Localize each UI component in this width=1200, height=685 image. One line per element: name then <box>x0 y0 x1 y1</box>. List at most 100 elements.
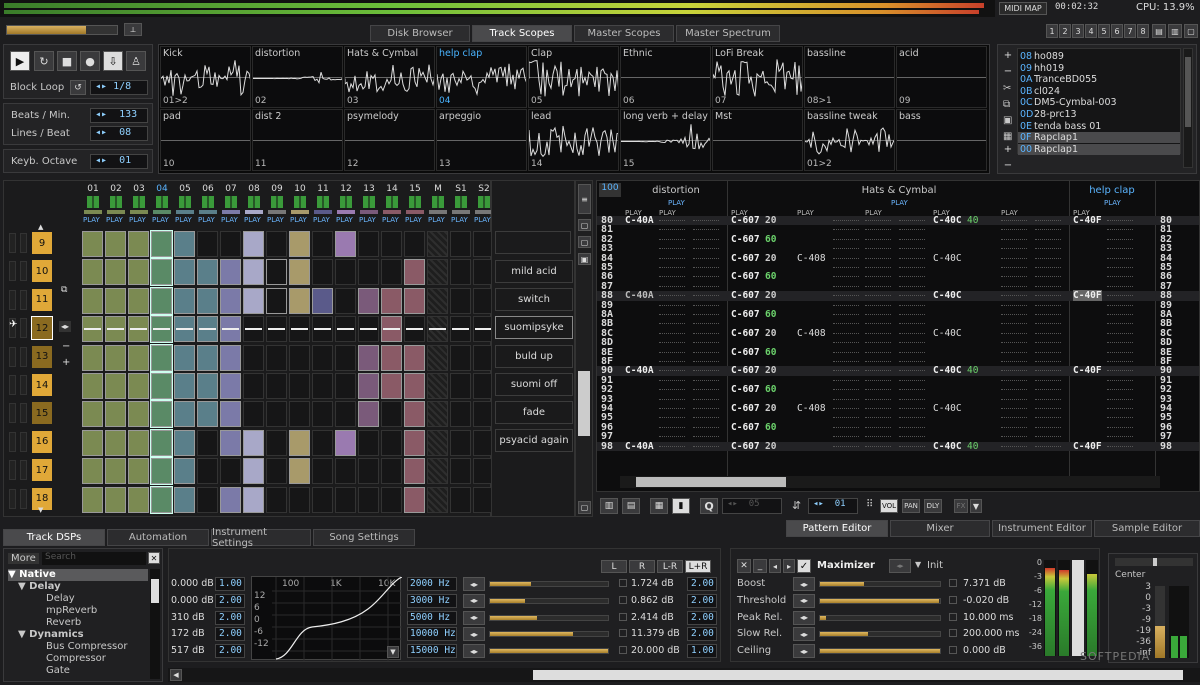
note-cell[interactable]: C-607 <box>731 347 760 358</box>
note-cell[interactable]: C-40C <box>933 441 962 452</box>
empty-cell-dots[interactable] <box>693 276 719 278</box>
empty-cell-dots[interactable] <box>865 267 891 268</box>
empty-cell-dots[interactable] <box>833 323 859 325</box>
empty-cell-dots[interactable] <box>1107 332 1133 334</box>
empty-cell-dots[interactable] <box>1107 445 1133 447</box>
matrix-slot[interactable] <box>128 344 149 371</box>
layout-8-button[interactable]: 8 <box>1137 24 1149 38</box>
empty-cell-dots[interactable] <box>865 257 891 259</box>
pattern-tool-1[interactable]: ▥ <box>600 498 618 514</box>
empty-cell-dots[interactable] <box>833 257 859 259</box>
empty-cell-dots[interactable] <box>693 389 719 391</box>
loop-button[interactable]: ↻ <box>34 51 54 71</box>
vol-cell[interactable]: 60 <box>765 234 776 245</box>
matrix-slot[interactable] <box>289 344 310 371</box>
eq-band-q-field[interactable]: 2.00 <box>687 610 717 625</box>
sequence-mute-slot-2[interactable] <box>20 346 27 367</box>
empty-cell-dots[interactable] <box>1107 229 1133 231</box>
matrix-scroll-up-icon[interactable]: ▲ <box>38 223 43 231</box>
empty-cell-dots[interactable] <box>1001 342 1027 344</box>
matrix-track-number[interactable]: 13 <box>358 184 380 194</box>
matrix-slot[interactable] <box>381 373 402 399</box>
matrix-slot[interactable] <box>358 231 379 257</box>
matrix-slot[interactable] <box>243 259 264 286</box>
sequence-number[interactable]: 10 <box>32 260 52 283</box>
empty-cell-dots[interactable] <box>1107 220 1133 221</box>
matrix-slot[interactable] <box>404 429 425 456</box>
note-cell[interactable]: C-40F <box>1073 441 1102 452</box>
empty-cell-dots[interactable] <box>865 238 891 240</box>
seq-nav-icon[interactable]: ◂▸ <box>59 321 72 332</box>
pattern-tool-3[interactable]: ▦ <box>650 498 668 514</box>
matrix-slot[interactable] <box>427 259 448 286</box>
matrix-slot[interactable] <box>266 231 287 257</box>
tab-disk-browser[interactable]: Disk Browser <box>370 25 470 42</box>
tree-delay[interactable]: Delay <box>8 593 148 605</box>
empty-cell-dots[interactable] <box>693 229 719 231</box>
matrix-slot[interactable] <box>220 486 241 513</box>
matrix-slot[interactable] <box>289 259 310 286</box>
matrix-slot[interactable] <box>404 373 425 399</box>
instrument-remove-button-2[interactable]: − <box>1001 159 1015 171</box>
empty-cell-dots[interactable] <box>693 370 719 372</box>
matrix-track-number[interactable]: 07 <box>220 184 242 194</box>
instrument-row[interactable]: 08 ho089 <box>1018 51 1180 62</box>
empty-cell-dots[interactable] <box>865 436 891 438</box>
scope-toggle-button[interactable]: ⟂ <box>124 23 142 36</box>
matrix-slot[interactable] <box>243 429 264 456</box>
matrix-slot[interactable] <box>358 373 379 399</box>
matrix-slot[interactable] <box>174 486 195 513</box>
matrix-slot[interactable] <box>450 344 471 371</box>
empty-cell-dots[interactable] <box>1001 323 1027 325</box>
empty-cell-dots[interactable] <box>865 248 891 250</box>
maximizer-param-spinner[interactable]: ◂▸ <box>793 644 815 659</box>
empty-cell-dots[interactable] <box>1107 323 1133 325</box>
matrix-slot[interactable] <box>450 458 471 485</box>
matrix-slot[interactable] <box>150 428 173 457</box>
matrix-slot[interactable] <box>128 486 149 513</box>
matrix-slot[interactable] <box>312 373 333 399</box>
empty-cell-dots[interactable] <box>1107 370 1133 372</box>
empty-cell-dots[interactable] <box>1001 408 1027 409</box>
matrix-slot[interactable] <box>150 230 173 258</box>
empty-cell-dots[interactable] <box>659 361 685 362</box>
track-play-label[interactable]: PLAY <box>313 216 330 224</box>
section-item[interactable]: suomi off <box>495 372 573 396</box>
eq-freq-spinner[interactable]: ◂▸ <box>463 593 485 608</box>
empty-cell-dots[interactable] <box>693 295 719 297</box>
matrix-slot[interactable] <box>335 486 356 513</box>
vol-cell[interactable]: 40 <box>967 215 978 226</box>
empty-cell-dots[interactable] <box>833 361 859 362</box>
empty-cell-dots[interactable] <box>1035 417 1061 419</box>
panel-toggle-3[interactable]: ▢ <box>1184 24 1198 38</box>
sequence-number[interactable]: 11 <box>32 288 52 311</box>
matrix-track-number[interactable]: 12 <box>335 184 357 194</box>
empty-cell-dots[interactable] <box>1001 426 1027 428</box>
empty-cell-dots[interactable] <box>659 238 685 240</box>
matrix-slot[interactable] <box>243 231 264 257</box>
matrix-slot[interactable] <box>82 429 103 456</box>
matrix-tool-1[interactable]: ≡ <box>578 184 591 214</box>
empty-cell-dots[interactable] <box>693 220 719 221</box>
empty-cell-dots[interactable] <box>833 389 859 391</box>
empty-cell-dots[interactable] <box>899 229 925 231</box>
empty-cell-dots[interactable] <box>899 351 925 353</box>
empty-cell-dots[interactable] <box>1035 389 1061 391</box>
sequence-mute-slot[interactable] <box>9 233 16 253</box>
eq-q-field[interactable]: 2.00 <box>215 644 245 659</box>
note-cell[interactable]: C-40F <box>1073 365 1102 376</box>
empty-cell-dots[interactable] <box>899 445 925 447</box>
track-play-label[interactable]: PLAY <box>106 216 123 224</box>
matrix-track-number[interactable]: 15 <box>404 184 426 194</box>
matrix-slot[interactable] <box>105 231 126 257</box>
instrument-row[interactable]: 0Bcl024 <box>1018 86 1180 97</box>
note-cell[interactable]: C-607 <box>731 215 760 226</box>
matrix-slot[interactable] <box>174 401 195 428</box>
matrix-scrollbar[interactable] <box>578 371 590 436</box>
empty-cell-dots[interactable] <box>1001 229 1027 231</box>
empty-cell-dots[interactable] <box>1107 436 1133 438</box>
track-play-label[interactable]: PLAY <box>474 216 491 224</box>
empty-cell-dots[interactable] <box>693 379 719 381</box>
vol-cell[interactable]: 60 <box>765 271 776 282</box>
empty-cell-dots[interactable] <box>659 267 685 268</box>
